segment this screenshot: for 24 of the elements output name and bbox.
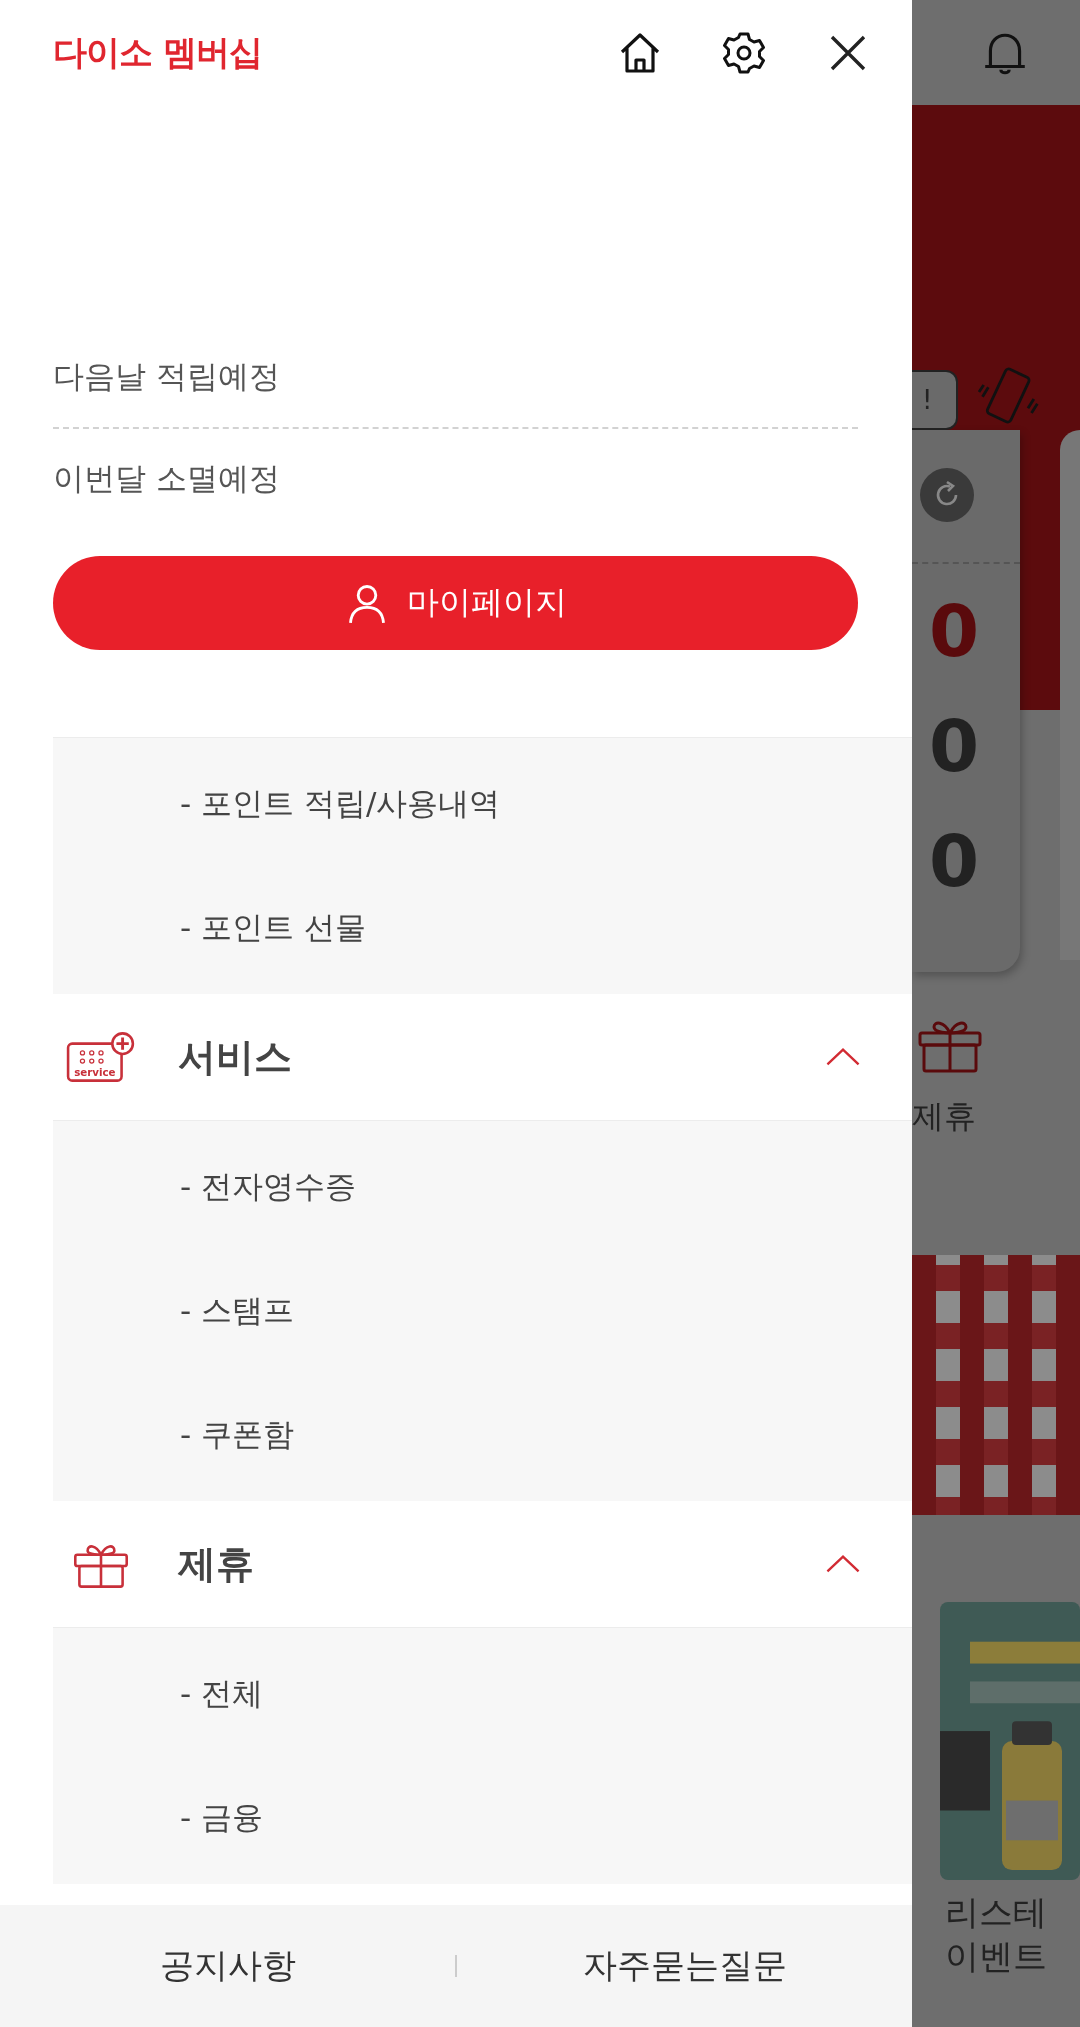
points-label: 이번달 소멸예정 xyxy=(53,459,280,498)
event-title: 리스테 xyxy=(945,1891,1047,1934)
chevron-up-icon xyxy=(824,1046,862,1068)
submenu-item[interactable]: - 쿠폰함 xyxy=(180,1414,295,1456)
submenu-item[interactable]: - 전체 xyxy=(180,1673,264,1715)
footer-link[interactable]: 자주묻는질문 xyxy=(582,1943,787,1989)
refresh-icon[interactable] xyxy=(920,468,974,522)
submenu-item[interactable]: - 전자영수증 xyxy=(180,1166,357,1208)
points-label: 다음날 적립예정 xyxy=(53,357,280,396)
chevron-up-icon xyxy=(824,1553,862,1575)
balance-value: 0 xyxy=(928,703,980,790)
event-title: 이벤트 xyxy=(945,1935,1047,1978)
submenu-item[interactable]: - 포인트 선물 xyxy=(180,907,366,949)
footer-link[interactable]: 공지사항 xyxy=(159,1943,296,1989)
submenu-item[interactable]: - 스탬프 xyxy=(180,1290,295,1332)
balance-value: 0 xyxy=(928,588,980,675)
balance-value: 0 xyxy=(928,818,980,905)
submenu-item[interactable]: - 포인트 적립/사용내역 xyxy=(180,783,501,825)
speech-bubble: ! xyxy=(912,370,958,430)
my-page-button[interactable]: 마이페이지 xyxy=(53,556,858,650)
submenu-item[interactable]: - 금융 xyxy=(180,1797,264,1839)
menu-section-header[interactable]: service 서비스 xyxy=(53,994,912,1120)
app-logo: 다이소 멤버십 xyxy=(53,30,262,74)
menu-section-header[interactable]: 제휴 xyxy=(53,1501,912,1627)
